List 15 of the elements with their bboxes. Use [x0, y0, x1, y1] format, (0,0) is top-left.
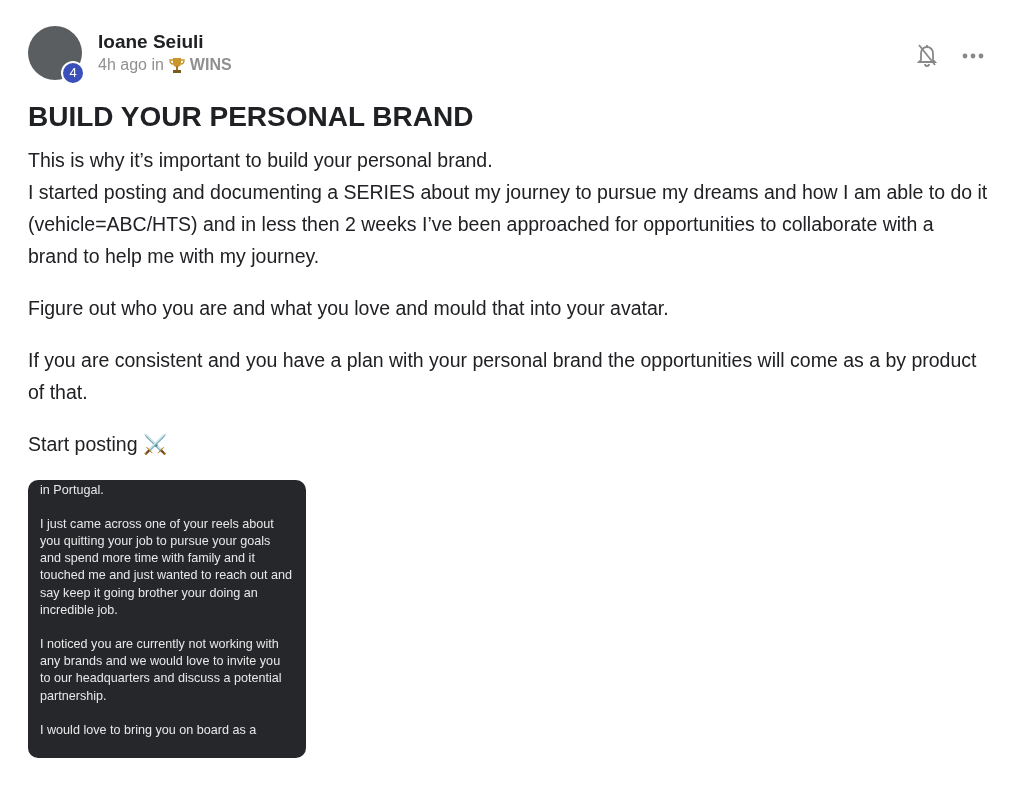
level-badge: 4: [61, 61, 85, 85]
screenshot-attachment[interactable]: [28, 479, 306, 758]
post-paragraph: If you are consistent and you have a plan with your personal brand the opportunities will come as a by product of that.: [28, 347, 978, 405]
notifications-off-icon[interactable]: [916, 42, 938, 68]
message-paragraph: I noticed you are currently not working with any brands and we would love to invite you to our headquarters and discuss a potential partnership.: [40, 636, 283, 705]
message-paragraph: I just came across one of your reels about you quitting your job to pursue your goals and spend more time with family and it touched me and just wanted to reach out and say keep it going brother your doing an incredible job.: [40, 515, 294, 619]
post-title: BUILD YOUR PERSONAL BRAND: [28, 100, 475, 134]
message-paragraph: I would love to bring you on board as a: [40, 721, 258, 739]
post-paragraph: Start posting ⚔: [28, 431, 168, 457]
post-paragraph: Figure out who you are and what you love and mould that into your avatar.: [28, 295, 670, 321]
trophy-icon: [167, 56, 186, 74]
message-paragraph: in Portugal.: [40, 481, 105, 499]
post-time: 4h ago in: [98, 55, 164, 75]
post-paragraph: This is why it’s important to build your personal brand. I started posting and documenting a SERIES about my journey to pursue my dreams and how I am able to do it (vehicle=ABC/HTS) and in less then 2 weeks I’ve been approached for opportunities to collaborate with a brand to help me with my journey.: [28, 147, 988, 269]
author-name[interactable]: Ioane Seiuli: [98, 30, 232, 54]
